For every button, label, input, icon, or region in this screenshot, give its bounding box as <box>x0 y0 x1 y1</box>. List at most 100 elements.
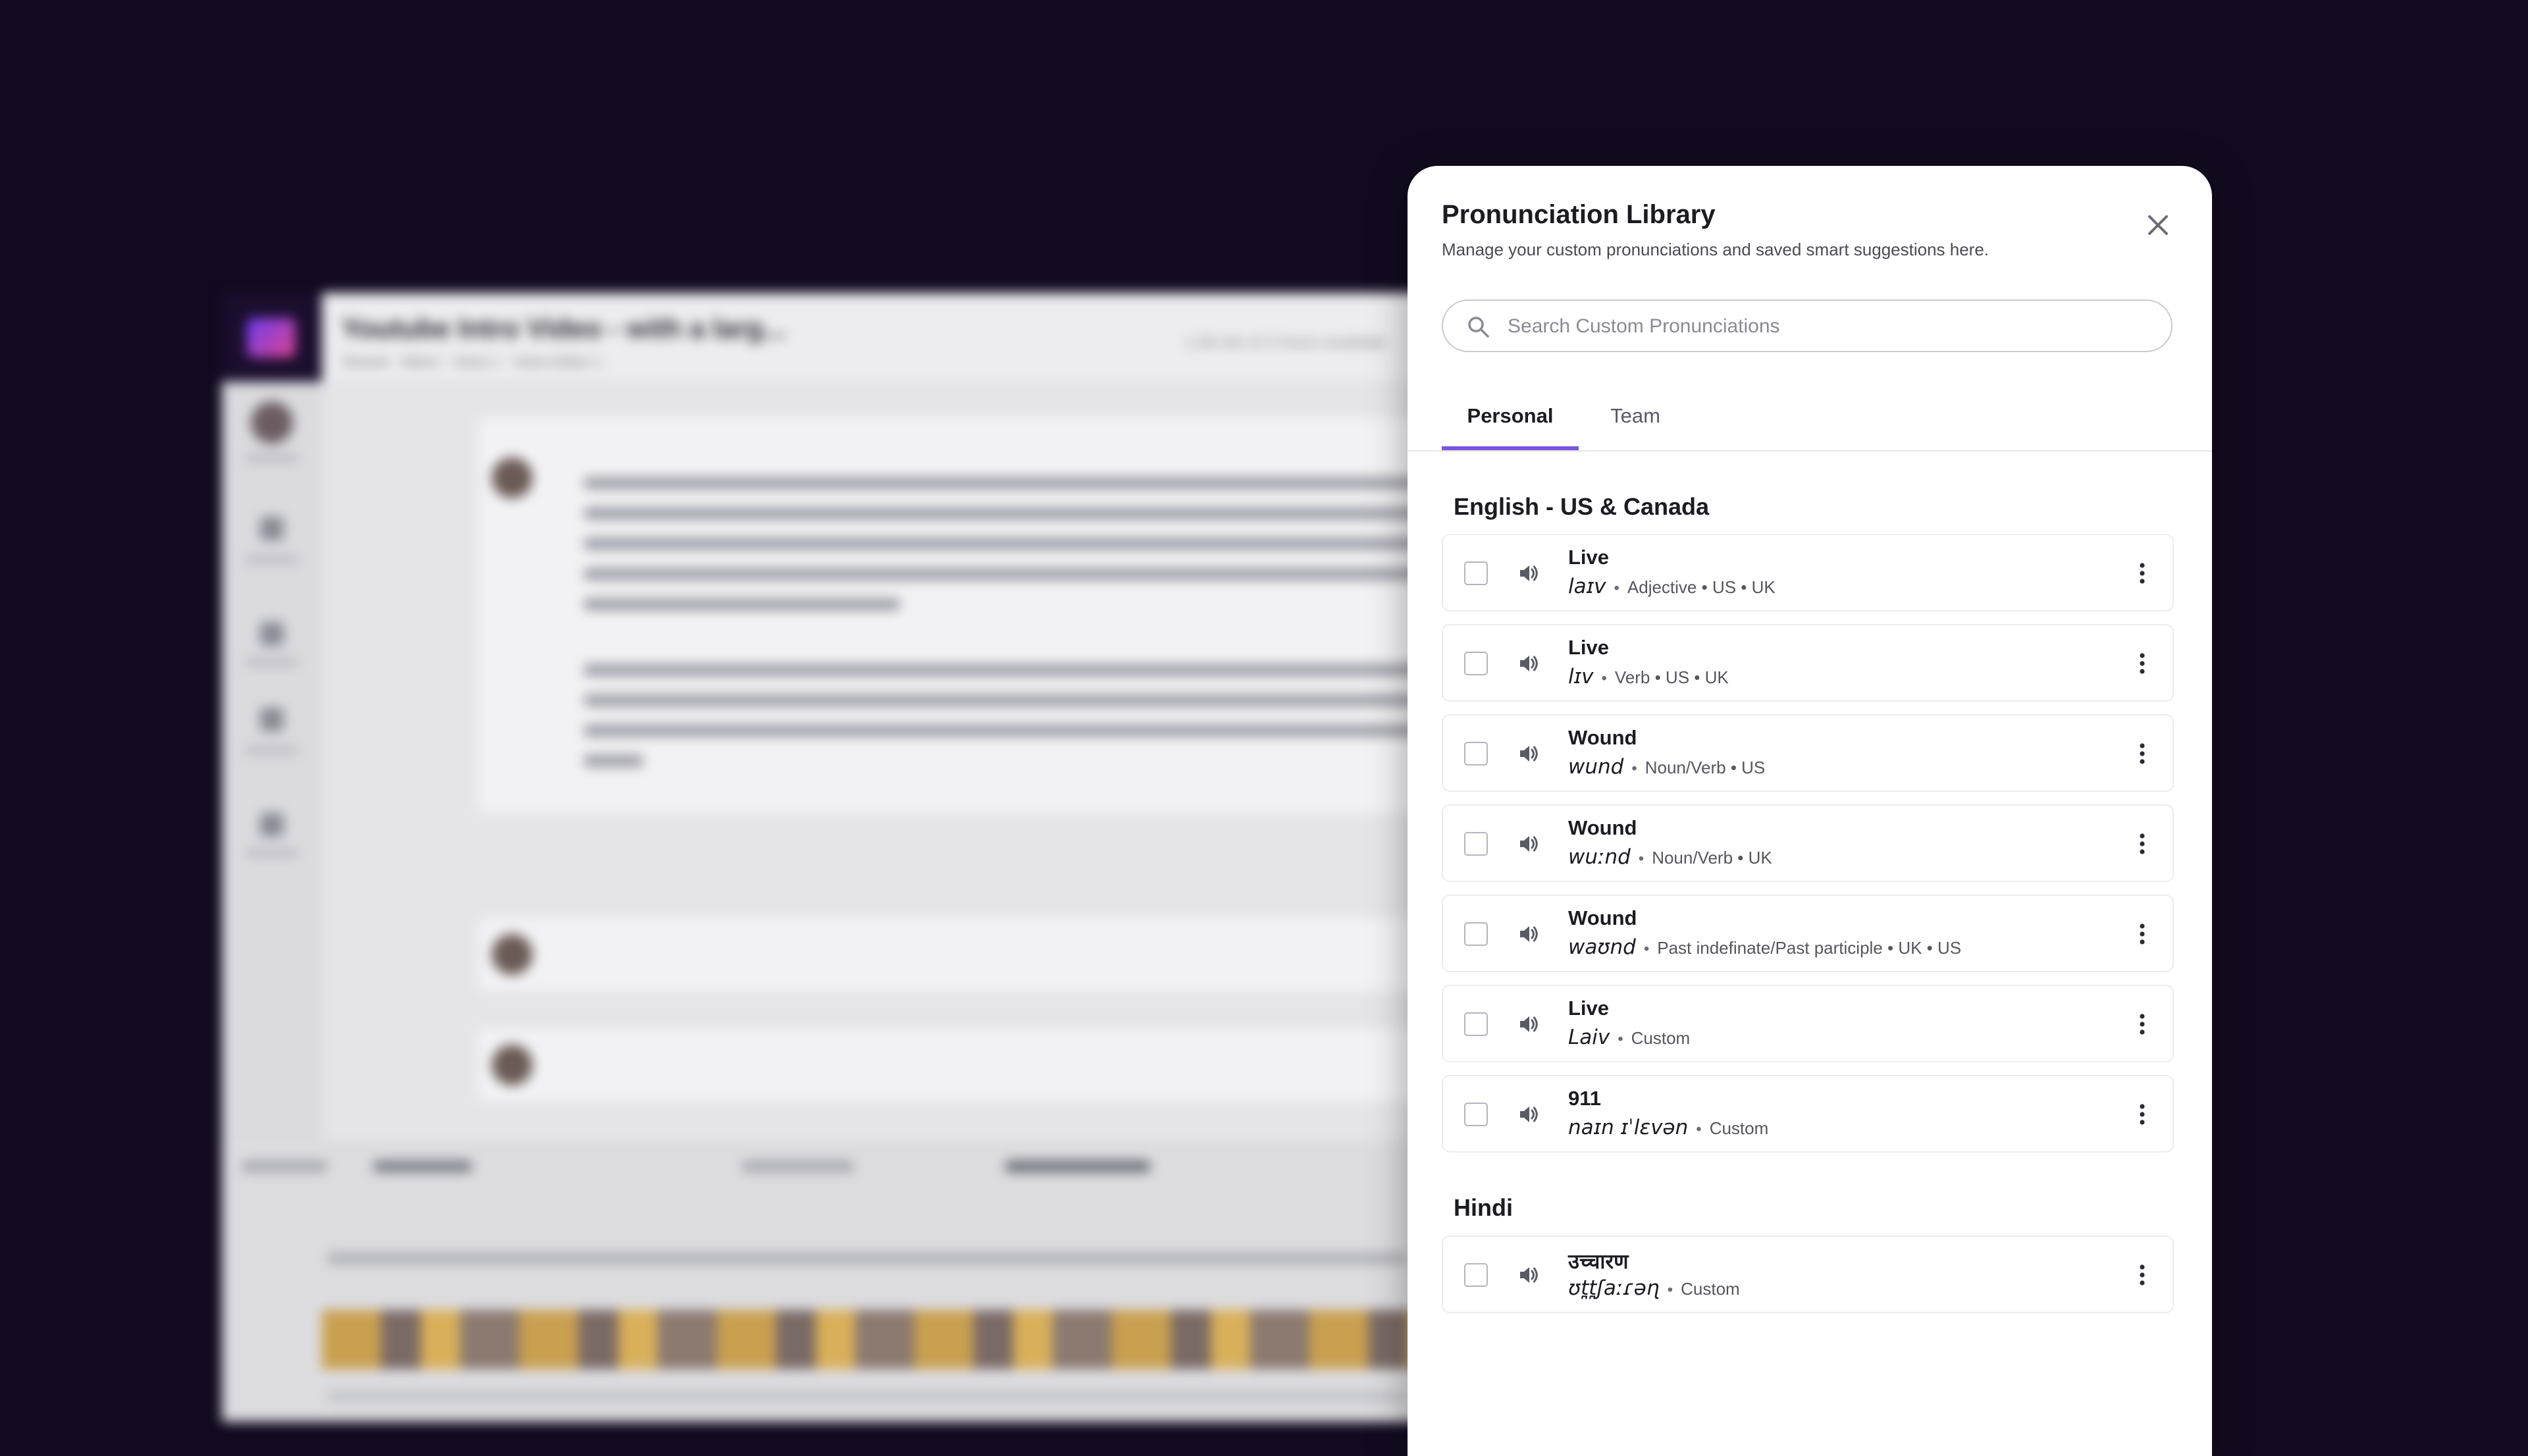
background-header: Youtube Intro Video - with a larg... Sha… <box>322 293 1433 383</box>
row-ipa: ʊt̪t̪ʃaːɾəɳ <box>1568 1276 1660 1300</box>
row-detail: waʊnd • Past indefinate/Past participle • … <box>1568 935 1961 959</box>
row-detail: naɪn ɪˈlɛvən • Custom <box>1568 1116 1768 1139</box>
pronunciation-row: Wound waʊnd • Past indefinate/Past particip… <box>1442 895 2174 972</box>
row-ipa: wuːnd <box>1568 845 1631 869</box>
more-vertical-icon <box>2134 1264 2150 1293</box>
tab-team[interactable]: Team <box>1598 395 1672 450</box>
speaker-icon <box>1515 1267 1542 1291</box>
background-timeline <box>222 1141 1433 1422</box>
background-editor-app: Youtube Intro Video - with a larg... Sha… <box>222 293 1433 1422</box>
speaker-icon <box>1515 746 1542 769</box>
row-separator: • <box>1618 1030 1623 1048</box>
row-ipa: Laiv <box>1568 1026 1610 1049</box>
row-meta: Custom <box>1631 1028 1691 1048</box>
row-detail: Laiv • Custom <box>1568 1026 1690 1049</box>
pronunciation-row: Live Laiv • Custom <box>1442 985 2174 1062</box>
row-word: Wound <box>1568 906 1637 929</box>
more-vertical-icon <box>2134 833 2150 862</box>
row-checkbox[interactable] <box>1464 742 1488 766</box>
row-ipa: waʊnd <box>1568 935 1636 959</box>
speaker-icon <box>1515 565 1542 589</box>
pronunciation-row: उच्चारण ʊt̪t̪ʃaːɾəɳ • Custom <box>1442 1235 2174 1313</box>
pronunciation-library-modal: Pronunciation Library Manage your custom… <box>1408 166 2212 1456</box>
more-vertical-icon <box>2134 1104 2150 1133</box>
row-checkbox[interactable] <box>1464 922 1488 946</box>
pronunciation-row: Live laɪv • Adjective • US • UK <box>1442 534 2174 611</box>
row-checkbox[interactable] <box>1464 832 1488 856</box>
row-separator: • <box>1638 850 1645 868</box>
tab-personal[interactable]: Personal <box>1442 395 1579 450</box>
more-vertical-icon <box>2134 563 2150 592</box>
search-input[interactable] <box>1506 301 2141 352</box>
search-box <box>1442 299 2172 352</box>
row-word: Wound <box>1568 816 1637 839</box>
row-word: उच्चारण <box>1568 1250 1629 1273</box>
row-word: Live <box>1568 546 1610 569</box>
play-pronunciation-button[interactable] <box>1515 921 1542 947</box>
play-pronunciation-button[interactable] <box>1515 1262 1542 1288</box>
search-icon <box>1468 317 1489 338</box>
row-ipa: wund <box>1568 755 1624 779</box>
row-checkbox[interactable] <box>1464 652 1488 675</box>
speaker-icon <box>1515 656 1542 679</box>
play-pronunciation-button[interactable] <box>1515 650 1542 677</box>
row-checkbox[interactable] <box>1464 561 1488 585</box>
row-more-button[interactable] <box>2134 1099 2150 1130</box>
row-word: 911 <box>1568 1087 1602 1110</box>
row-more-button[interactable] <box>2134 918 2150 950</box>
background-video-filmstrip <box>322 1310 1433 1369</box>
row-separator: • <box>1667 1281 1673 1299</box>
row-meta: Custom <box>1709 1118 1769 1138</box>
row-separator: • <box>1601 669 1607 687</box>
row-word: Live <box>1568 997 1610 1020</box>
row-more-button[interactable] <box>2134 738 2150 769</box>
pronunciation-row: Wound wuːnd • Noun/Verb • UK <box>1442 804 2174 882</box>
row-separator: • <box>1631 760 1637 777</box>
row-word: Wound <box>1568 726 1637 749</box>
background-usage-text: 1:38 min of 3 hours available <box>1184 334 1386 351</box>
row-checkbox[interactable] <box>1464 1012 1488 1036</box>
row-meta: Verb • US • UK <box>1614 667 1729 687</box>
row-meta: Adjective • US • UK <box>1627 577 1776 597</box>
close-button[interactable] <box>2138 205 2178 245</box>
row-more-button[interactable] <box>2134 1008 2150 1040</box>
app-logo <box>222 293 322 382</box>
play-pronunciation-button[interactable] <box>1515 831 1542 857</box>
row-separator: • <box>1614 579 1620 597</box>
row-separator: • <box>1643 940 1650 958</box>
row-ipa: laɪv <box>1568 575 1606 598</box>
row-checkbox[interactable] <box>1464 1103 1488 1126</box>
pronunciation-row: Live lɪv • Verb • US • UK <box>1442 624 2174 702</box>
more-vertical-icon <box>2134 1014 2150 1043</box>
row-ipa: lɪv <box>1568 665 1594 689</box>
close-icon <box>2148 215 2168 235</box>
row-checkbox[interactable] <box>1464 1263 1488 1287</box>
play-pronunciation-button[interactable] <box>1515 1011 1542 1037</box>
row-meta: Past indefinate/Past participle • UK • U… <box>1657 938 1962 958</box>
row-meta: Noun/Verb • UK <box>1652 848 1772 868</box>
background-video-title: Youtube Intro Video - with a larg... <box>342 313 787 344</box>
speaker-icon <box>1515 836 1542 860</box>
play-pronunciation-button[interactable] <box>1515 741 1542 767</box>
row-more-button[interactable] <box>2134 648 2150 679</box>
speaker-icon <box>1515 926 1542 950</box>
speaker-icon <box>1515 1016 1542 1040</box>
play-pronunciation-button[interactable] <box>1515 560 1542 586</box>
row-meta: Custom <box>1681 1279 1740 1299</box>
section-heading: English - US & Canada <box>1454 493 1710 520</box>
background-script-card <box>479 418 1433 813</box>
row-more-button[interactable] <box>2134 828 2150 860</box>
background-script-card <box>479 1029 1433 1101</box>
row-more-button[interactable] <box>2134 558 2150 589</box>
row-separator: • <box>1696 1120 1702 1138</box>
speaker-icon <box>1515 1106 1542 1130</box>
row-detail: wund • Noun/Verb • US <box>1568 755 1765 779</box>
row-more-button[interactable] <box>2134 1259 2150 1291</box>
pronunciation-row: 911 naɪn ɪˈlɛvən • Custom <box>1442 1075 2174 1153</box>
tab-bar: Personal Team <box>1408 395 2212 452</box>
background-script-card <box>479 918 1433 991</box>
modal-title: Pronunciation Library <box>1442 200 1716 229</box>
pronunciation-row: Wound wund • Noun/Verb • US <box>1442 714 2174 792</box>
row-detail: lɪv • Verb • US • UK <box>1568 665 1729 689</box>
play-pronunciation-button[interactable] <box>1515 1101 1542 1128</box>
